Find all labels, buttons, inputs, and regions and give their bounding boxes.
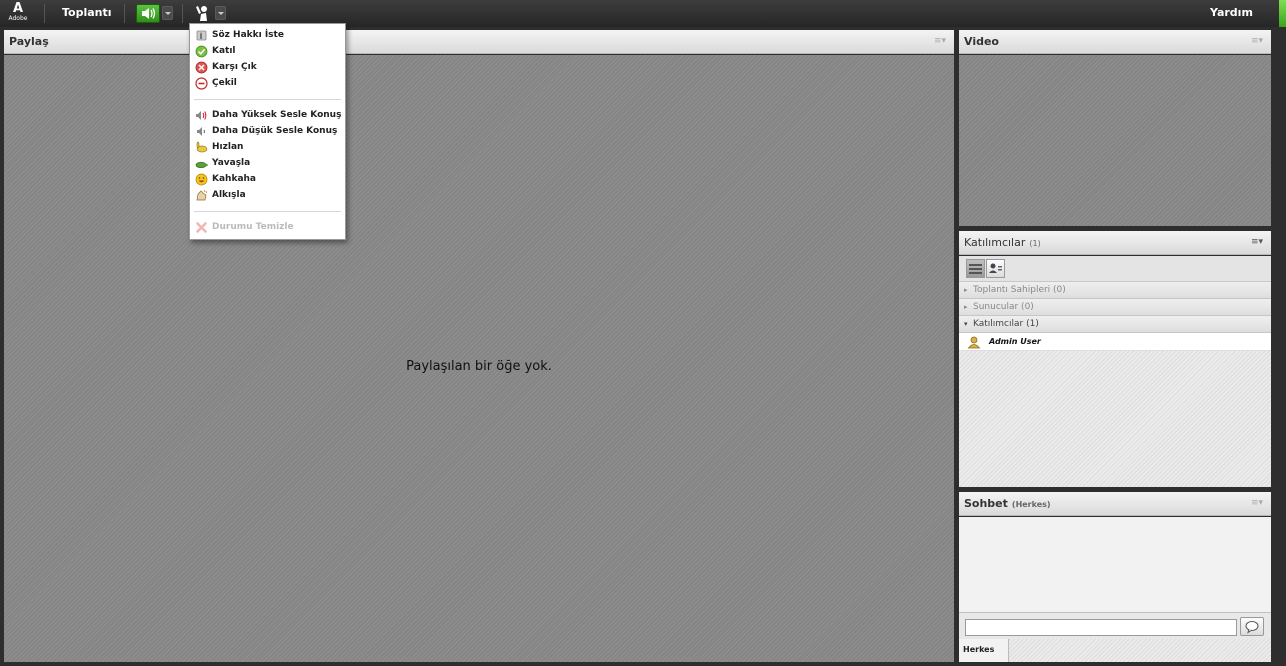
video-pod: Video ≡▾ xyxy=(959,30,1271,226)
person-card-icon xyxy=(989,263,1002,273)
list-view-button[interactable] xyxy=(966,259,985,278)
pod-options-icon[interactable]: ≡▾ xyxy=(934,36,946,46)
rabbit-icon xyxy=(196,141,208,153)
status-menu: Söz Hakkı İste Katıl Karşı Çık Çekil Dah… xyxy=(189,23,346,240)
pod-options-icon[interactable]: ≡▾ xyxy=(1251,237,1263,247)
turtle-icon xyxy=(195,161,208,169)
attendees-toolbar xyxy=(959,256,1271,282)
share-pod-header: Paylaş ≡▾ xyxy=(4,30,954,54)
attendees-count: (1) xyxy=(1029,239,1041,248)
menu-item-speak-louder[interactable]: Daha Yüksek Sesle Konuş xyxy=(190,108,345,124)
menu-item-label: Kahkaha xyxy=(212,174,256,184)
attendees-pod-title: Katılımcılar (1) xyxy=(964,236,1041,249)
group-hosts[interactable]: ▸ Toplantı Sahipleri (0) xyxy=(959,282,1271,299)
detail-view-button[interactable] xyxy=(986,259,1005,278)
menu-item-speak-softer[interactable]: Daha Düşük Sesle Konuş xyxy=(190,124,345,140)
toolbar-divider xyxy=(124,4,125,23)
chat-input[interactable] xyxy=(965,619,1237,636)
chat-tab-bar: Herkes xyxy=(959,639,1271,662)
menu-item-label: Daha Yüksek Sesle Konuş xyxy=(212,110,342,120)
group-participants[interactable]: ▾ Katılımcılar (1) xyxy=(959,316,1271,333)
send-message-button[interactable] xyxy=(1240,617,1264,636)
chat-input-area xyxy=(959,612,1271,639)
laugh-icon xyxy=(195,173,208,186)
list-view-icon xyxy=(969,264,982,274)
group-label: Katılımcılar (1) xyxy=(973,319,1039,329)
connection-indicator xyxy=(1279,0,1286,27)
check-icon xyxy=(195,45,208,58)
attendees-title-text: Katılımcılar xyxy=(964,236,1026,249)
video-pod-title: Video xyxy=(964,35,999,48)
chat-scope: (Herkes) xyxy=(1011,500,1051,509)
menu-item-raise-hand[interactable]: Söz Hakkı İste xyxy=(190,28,345,44)
menu-item-label: Yavaşla xyxy=(212,158,251,168)
menu-item-label: Durumu Temizle xyxy=(212,222,294,232)
video-pod-header: Video ≡▾ xyxy=(959,30,1271,54)
chat-tab-everyone[interactable]: Herkes xyxy=(959,639,1009,662)
speaker-softer-icon xyxy=(197,127,205,136)
menu-item-label: Karşı Çık xyxy=(212,62,257,72)
chat-pod-header: Sohbet (Herkes) ≡▾ xyxy=(959,492,1271,516)
expand-arrow-icon: ▸ xyxy=(964,286,968,294)
chat-title-text: Sohbet xyxy=(964,497,1008,510)
attendee-name: Admin User xyxy=(989,337,1041,346)
share-pod: Paylaş ≡▾ Paylaşılan bir öğe yok. xyxy=(4,30,954,662)
group-label: Toplantı Sahipleri (0) xyxy=(973,285,1066,295)
status-button[interactable] xyxy=(191,3,211,23)
adobe-logo: A Adobe xyxy=(6,2,30,24)
speaker-dropdown-arrow[interactable] xyxy=(162,6,173,20)
applause-icon xyxy=(196,189,207,201)
menu-item-disagree[interactable]: Karşı Çık xyxy=(190,60,345,76)
toolbar-divider xyxy=(44,4,45,23)
raise-hand-icon xyxy=(196,30,207,41)
menu-item-clear-status[interactable]: Durumu Temizle xyxy=(190,220,345,236)
menu-item-label: Katıl xyxy=(212,46,236,56)
menu-item-agree[interactable]: Katıl xyxy=(190,44,345,60)
speaker-louder-icon xyxy=(196,111,207,120)
menu-item-label: Söz Hakkı İste xyxy=(212,30,284,40)
share-pod-title: Paylaş xyxy=(9,35,49,48)
raise-hand-icon xyxy=(196,6,207,21)
pod-options-icon[interactable]: ≡▾ xyxy=(1251,498,1263,508)
share-pod-body: Paylaşılan bir öğe yok. xyxy=(4,55,954,662)
status-dropdown-arrow[interactable] xyxy=(215,6,226,20)
attendees-pod: Katılımcılar (1) ≡▾ ▸ Toplantı Sahipleri … xyxy=(959,231,1271,487)
chat-messages-area xyxy=(959,517,1271,612)
menu-item-speed-up[interactable]: Hızlan xyxy=(190,140,345,156)
attendees-pod-header: Katılımcılar (1) ≡▾ xyxy=(959,231,1271,255)
logo-letter: A xyxy=(12,1,24,16)
video-pod-body xyxy=(959,55,1271,226)
menu-item-step-away[interactable]: Çekil xyxy=(190,76,345,92)
menu-item-label: Daha Düşük Sesle Konuş xyxy=(212,126,338,136)
chat-pod-title: Sohbet (Herkes) xyxy=(964,497,1051,510)
group-presenters[interactable]: ▸ Sunucular (0) xyxy=(959,299,1271,316)
attendees-list-empty-area xyxy=(959,351,1271,487)
collapse-arrow-icon: ▾ xyxy=(964,320,968,328)
menu-separator xyxy=(194,99,341,100)
toolbar-divider xyxy=(182,4,183,23)
meeting-menu[interactable]: Toplantı xyxy=(62,6,112,19)
group-label: Sunucular (0) xyxy=(973,302,1034,312)
help-menu[interactable]: Yardım xyxy=(1210,6,1253,19)
menu-item-laugh[interactable]: Kahkaha xyxy=(190,172,345,188)
menu-item-label: Hızlan xyxy=(212,142,244,152)
speaker-icon xyxy=(142,8,156,19)
clear-x-icon xyxy=(196,222,207,233)
logo-text: Adobe xyxy=(8,15,28,22)
attendee-row[interactable]: Admin User xyxy=(959,333,1271,351)
menu-item-label: Alkışla xyxy=(212,190,246,200)
menu-item-applause[interactable]: Alkışla xyxy=(190,188,345,204)
chat-pod: Sohbet (Herkes) ≡▾ Herkes xyxy=(959,492,1271,662)
disagree-icon xyxy=(195,61,208,74)
speech-bubble-icon xyxy=(1245,621,1259,634)
menu-separator xyxy=(194,211,341,212)
step-away-icon xyxy=(195,77,208,90)
menu-item-slow-down[interactable]: Yavaşla xyxy=(190,156,345,172)
share-empty-message: Paylaşılan bir öğe yok. xyxy=(406,359,552,374)
speaker-button[interactable] xyxy=(136,4,160,23)
expand-arrow-icon: ▸ xyxy=(964,303,968,311)
menu-item-label: Çekil xyxy=(212,78,237,88)
pod-options-icon[interactable]: ≡▾ xyxy=(1251,36,1263,46)
